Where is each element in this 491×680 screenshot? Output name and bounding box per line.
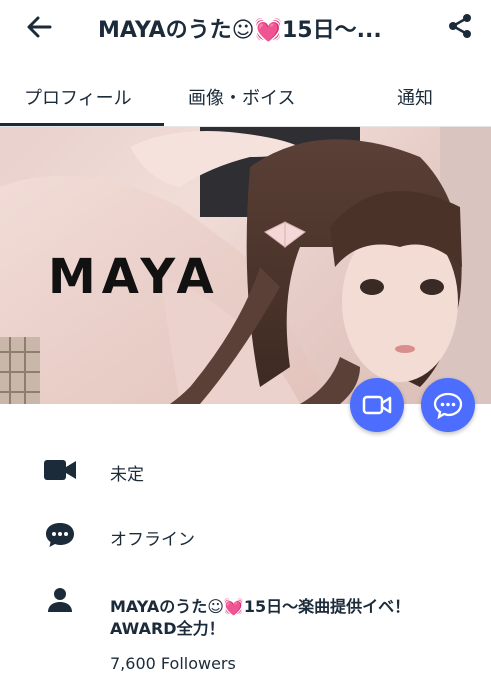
tab-images-voice[interactable]: 画像・ボイス xyxy=(188,84,295,110)
profile-bio: MAYAのうた☺💓15日〜楽曲提供イベ！AWARD全力！ xyxy=(110,597,411,638)
arrow-left-icon xyxy=(27,16,52,38)
page-title: MAYAのうた☺💓15日〜... xyxy=(98,18,382,43)
tab-profile[interactable]: プロフィール xyxy=(24,84,132,110)
followers-count: 7,600 Followers xyxy=(110,654,236,673)
profile-cover-image: MAYA xyxy=(0,127,491,404)
video-status-text: 未定 xyxy=(110,465,144,485)
cover-illustration: MAYA xyxy=(0,127,491,404)
share-button[interactable] xyxy=(443,9,477,43)
video-call-button[interactable] xyxy=(350,378,404,432)
video-camera-icon xyxy=(362,395,392,415)
tab-notifications[interactable]: 通知 xyxy=(397,84,433,110)
video-camera-status-icon xyxy=(42,455,78,485)
chat-button[interactable] xyxy=(421,378,475,432)
tab-bar: プロフィール 画像・ボイス 通知 xyxy=(0,70,491,128)
chat-status-icon xyxy=(42,520,78,550)
online-status-text: オフライン xyxy=(110,530,195,550)
person-icon xyxy=(42,585,78,615)
share-icon xyxy=(449,14,471,38)
top-bar: MAYAのうた☺💓15日〜... xyxy=(0,0,491,56)
cover-logo-text: MAYA xyxy=(48,249,220,305)
back-button[interactable] xyxy=(22,10,56,44)
chat-bubble-icon xyxy=(433,392,463,419)
